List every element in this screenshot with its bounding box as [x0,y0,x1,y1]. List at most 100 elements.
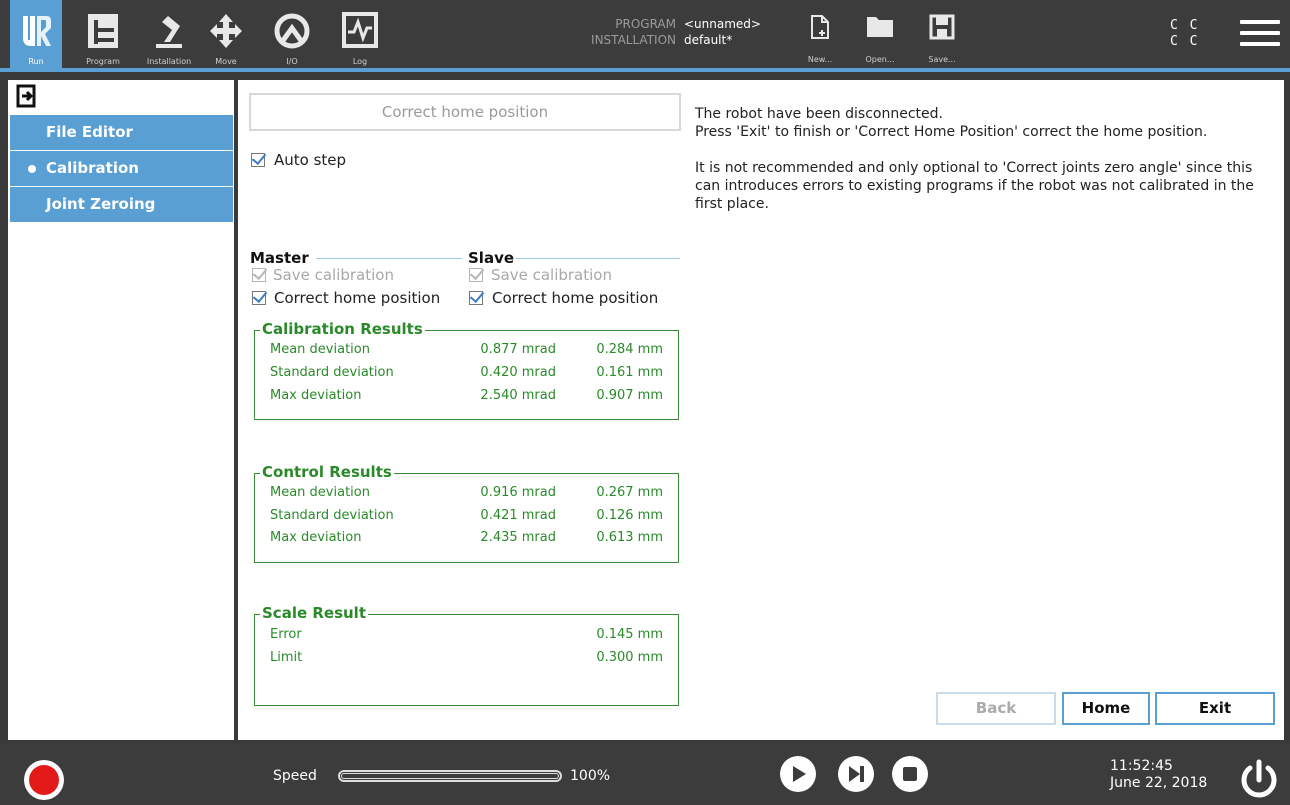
ur-logo-icon [23,16,51,46]
slave-divider [516,258,680,259]
power-icon[interactable] [1238,758,1280,800]
control-mean-label: Mean deviation [270,485,370,500]
io-icon [274,13,310,49]
auto-step-checkbox[interactable] [251,153,265,167]
scale-error-label: Error [270,627,302,642]
installation-name: default* [684,33,733,47]
speed-slider-fill [341,773,559,779]
tab-move[interactable]: Move [204,0,248,68]
tab-io[interactable]: I/O [266,0,318,68]
clock-date: June 22, 2018 [1110,775,1208,791]
info-line-instructions: Press 'Exit' to finish or 'Correct Home … [695,124,1208,140]
slave-save-calibration-checkbox[interactable] [469,268,483,282]
master-correct-home-label: Correct home position [274,289,441,307]
master-divider [316,258,462,259]
open-program-label: Open... [865,55,895,64]
tab-io-label: I/O [286,57,298,66]
control-std-distance: 0.126 mm [596,508,663,523]
folder-icon [867,17,893,37]
control-std-angle: 0.421 mrad [480,508,556,523]
control-results-title: Control Results [260,463,394,481]
back-button[interactable]: Back [936,692,1056,725]
exit-icon[interactable] [16,84,38,108]
new-program-button[interactable]: New... [796,0,844,68]
robot-status-record-icon[interactable] [24,760,64,800]
home-button[interactable]: Home [1062,692,1150,725]
sidebar-item-label: File Editor [46,123,133,141]
calibration-std-angle: 0.420 mrad [480,365,556,380]
robot-status-indicator: C C C C [1170,18,1199,50]
slave-heading: Slave [468,249,515,267]
footer-bar [0,745,1290,805]
step-button[interactable] [838,756,874,792]
program-info-labels: PROGRAM INSTALLATION [560,16,676,48]
clock-time: 11:52:45 [1110,758,1173,774]
play-button[interactable] [780,756,816,792]
new-program-label: New... [807,55,833,64]
play-icon [793,766,806,782]
selected-dot-icon [28,165,36,173]
hamburger-menu-icon[interactable] [1240,20,1280,52]
info-line-disconnected: The robot have been disconnected. [695,106,943,122]
calibration-max-distance: 0.907 mm [596,388,663,403]
log-icon [342,12,378,48]
tab-log[interactable]: Log [334,0,386,68]
open-program-button[interactable]: Open... [856,0,904,68]
control-mean-angle: 0.916 mrad [480,485,556,500]
speed-value: 100% [570,768,611,784]
new-file-icon [811,15,829,39]
installation-icon [156,16,182,48]
tab-installation[interactable]: Installation [138,0,200,68]
tab-program[interactable]: Program [76,0,130,68]
program-icon [88,14,118,48]
master-heading: Master [250,249,309,267]
control-max-distance: 0.613 mm [596,530,663,545]
tab-program-label: Program [86,57,120,66]
calibration-std-distance: 0.161 mm [596,365,663,380]
correct-home-position-button[interactable]: Correct home position [249,93,681,131]
tab-installation-label: Installation [146,57,192,66]
scale-error-value: 0.145 mm [596,627,663,642]
top-bar: Run Program Installation Move I/O Log PR… [0,0,1290,72]
tab-log-label: Log [352,57,368,66]
slave-correct-home-checkbox[interactable] [469,291,483,305]
auto-step-label: Auto step [274,151,347,169]
program-label: PROGRAM [615,17,676,31]
save-program-label: Save... [928,55,956,64]
tab-move-label: Move [215,57,237,66]
stop-icon [903,767,917,781]
master-save-calibration-checkbox[interactable] [252,268,266,282]
status-line-2: C C [1170,34,1200,49]
master-correct-home-checkbox[interactable] [252,291,266,305]
status-line-1: C C [1170,18,1200,33]
calibration-std-label: Standard deviation [270,365,394,380]
program-name: <unnamed> [684,17,761,31]
scale-limit-label: Limit [270,650,303,665]
control-std-label: Standard deviation [270,508,394,523]
control-max-label: Max deviation [270,530,362,545]
slave-save-calibration-label: Save calibration [491,266,612,284]
sidebar-item-joint-zeroing[interactable]: Joint Zeroing [10,187,233,222]
calibration-mean-angle: 0.877 mrad [480,342,556,357]
save-icon [929,14,955,40]
save-program-button[interactable]: Save... [918,0,966,68]
master-save-calibration-label: Save calibration [273,266,394,284]
clock: 11:52:45 June 22, 2018 [1110,758,1207,792]
sidebar-item-file-editor[interactable]: File Editor [10,115,233,150]
exit-button[interactable]: Exit [1155,692,1275,725]
info-message: The robot have been disconnected. Press … [695,105,1275,213]
sidebar-item-label: Calibration [46,159,139,177]
calibration-results-title: Calibration Results [260,320,425,338]
info-line-warning: It is not recommended and only optional … [695,160,1254,212]
stop-button[interactable] [892,756,928,792]
scale-result-title: Scale Result [260,604,368,622]
calibration-mean-label: Mean deviation [270,342,370,357]
control-mean-distance: 0.267 mm [596,485,663,500]
calibration-max-angle: 2.540 mrad [480,388,556,403]
tab-run[interactable]: Run [10,0,62,68]
speed-label: Speed [273,768,317,784]
sidebar-item-calibration[interactable]: Calibration [10,151,233,186]
installation-label: INSTALLATION [591,33,676,47]
calibration-max-label: Max deviation [270,388,362,403]
step-icon [849,766,864,782]
